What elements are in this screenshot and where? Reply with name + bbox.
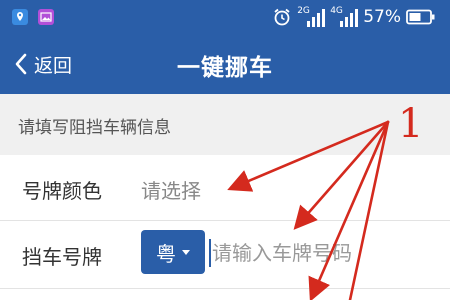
alarm-icon <box>274 8 290 26</box>
status-bar: 2G 4G 57% <box>0 0 450 34</box>
section-title: 请填写阻挡车辆信息 <box>18 118 171 138</box>
location-app-icon <box>12 9 28 25</box>
province-value: 粤 <box>156 241 176 266</box>
page-title: 一键挪车 <box>177 55 273 81</box>
plate-color-label: 号牌颜色 <box>22 179 102 203</box>
plate-number-input[interactable] <box>208 233 442 273</box>
battery-percentage: 57% <box>363 7 401 27</box>
gallery-app-icon <box>38 9 54 25</box>
province-dropdown[interactable]: 粤 <box>141 230 205 274</box>
signal-icon-sim1: 2G <box>297 6 326 28</box>
signal-icon-sim2: 4G <box>330 6 359 28</box>
annotation-number: 1 <box>398 101 424 147</box>
plate-color-row[interactable]: 号牌颜色 请选择 <box>0 155 450 221</box>
text-cursor <box>209 239 211 267</box>
next-form-row <box>0 289 450 300</box>
plate-number-row: 挡车号牌 粤 <box>0 221 450 289</box>
battery-icon <box>406 9 435 25</box>
caret-down-icon <box>182 249 190 255</box>
plate-color-select[interactable]: 请选择 <box>141 175 201 204</box>
section-header: 请填写阻挡车辆信息 <box>0 94 450 155</box>
plate-number-label: 挡车号牌 <box>22 245 102 269</box>
app-header: 返回 一键挪车 <box>0 34 450 94</box>
status-indicators: 2G 4G 57% <box>272 5 436 29</box>
